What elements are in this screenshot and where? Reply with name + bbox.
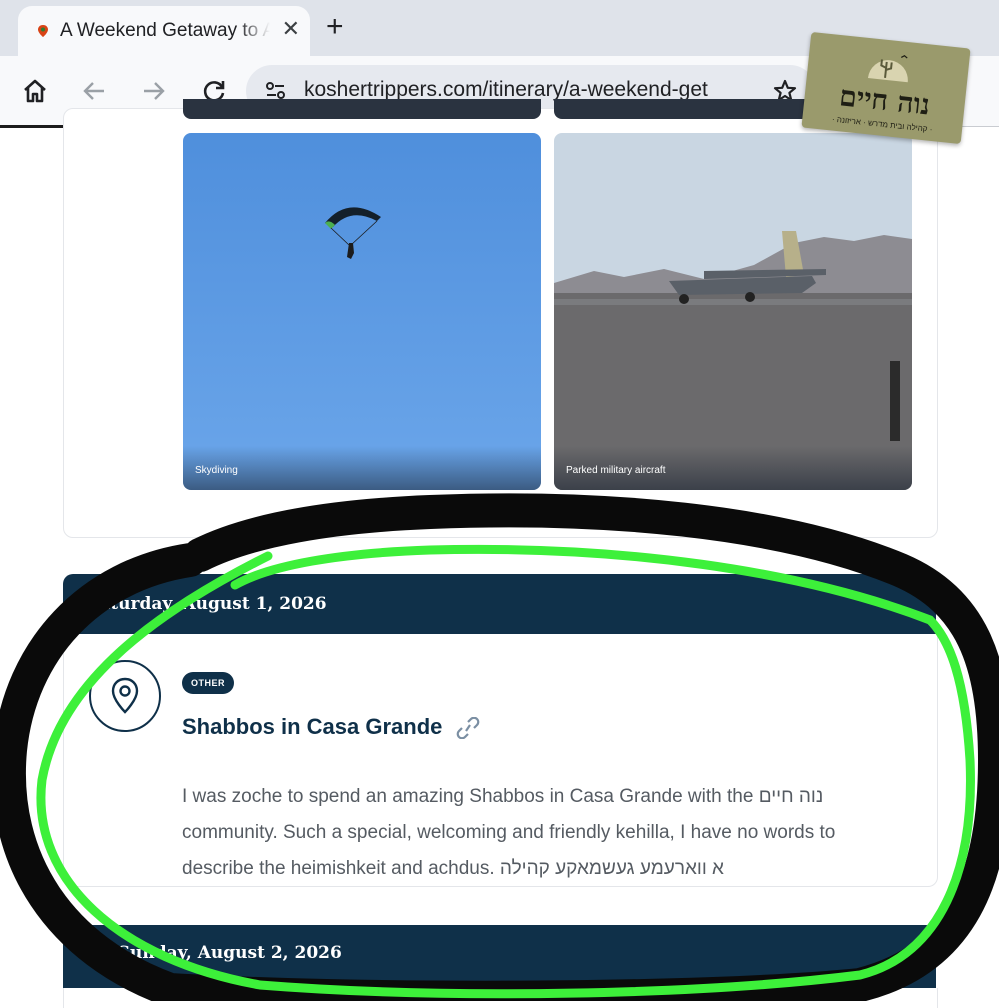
home-icon[interactable] xyxy=(19,75,51,107)
close-icon[interactable]: ✕ xyxy=(282,18,300,40)
back-icon[interactable] xyxy=(78,75,110,107)
forward-icon[interactable] xyxy=(138,75,170,107)
gallery-photo[interactable]: Skydiving xyxy=(183,133,541,490)
page-content: Skydiving Parked military aircraft Satur… xyxy=(0,99,999,1008)
photo-caption: Parked military aircraft xyxy=(566,465,666,476)
location-pin-icon xyxy=(89,660,161,732)
event-title[interactable]: Shabbos in Casa Grande xyxy=(182,714,481,740)
gallery-card: Skydiving Parked military aircraft xyxy=(63,99,938,538)
plus-icon[interactable]: + xyxy=(326,12,344,42)
event-card: OTHER Shabbos in Casa Grande I was zoche… xyxy=(63,634,938,887)
tab-title: A Weekend Getaway to A xyxy=(60,20,270,41)
event-description: I was zoche to spend an amazing Shabbos … xyxy=(182,786,836,879)
link-icon[interactable] xyxy=(455,717,481,740)
gallery-photo[interactable]: Parked military aircraft xyxy=(554,133,912,490)
site-favicon-icon xyxy=(38,25,48,37)
previous-photo-edge xyxy=(554,99,844,119)
day-header: Saturday, August 1, 2026 xyxy=(63,574,936,634)
desert-sun-icon xyxy=(867,55,908,83)
skydiving-image xyxy=(183,133,541,490)
previous-photo-edge xyxy=(183,99,541,119)
community-logo-sticker: נוה חיים · קהילה ובית מדרש · אריזונה · xyxy=(801,31,971,145)
browser-tab[interactable]: A Weekend Getaway to A ✕ xyxy=(18,6,310,56)
day-header-text: Saturday, August 1, 2026 xyxy=(87,594,327,614)
day-header-text: 1 - Sunday, August 2, 2026 xyxy=(87,943,342,963)
event-title-text[interactable]: Shabbos in Casa Grande xyxy=(182,714,442,739)
next-event-card xyxy=(63,988,938,1008)
aircraft-image xyxy=(554,133,912,490)
category-badge: OTHER xyxy=(182,672,234,694)
photo-caption: Skydiving xyxy=(195,465,238,476)
